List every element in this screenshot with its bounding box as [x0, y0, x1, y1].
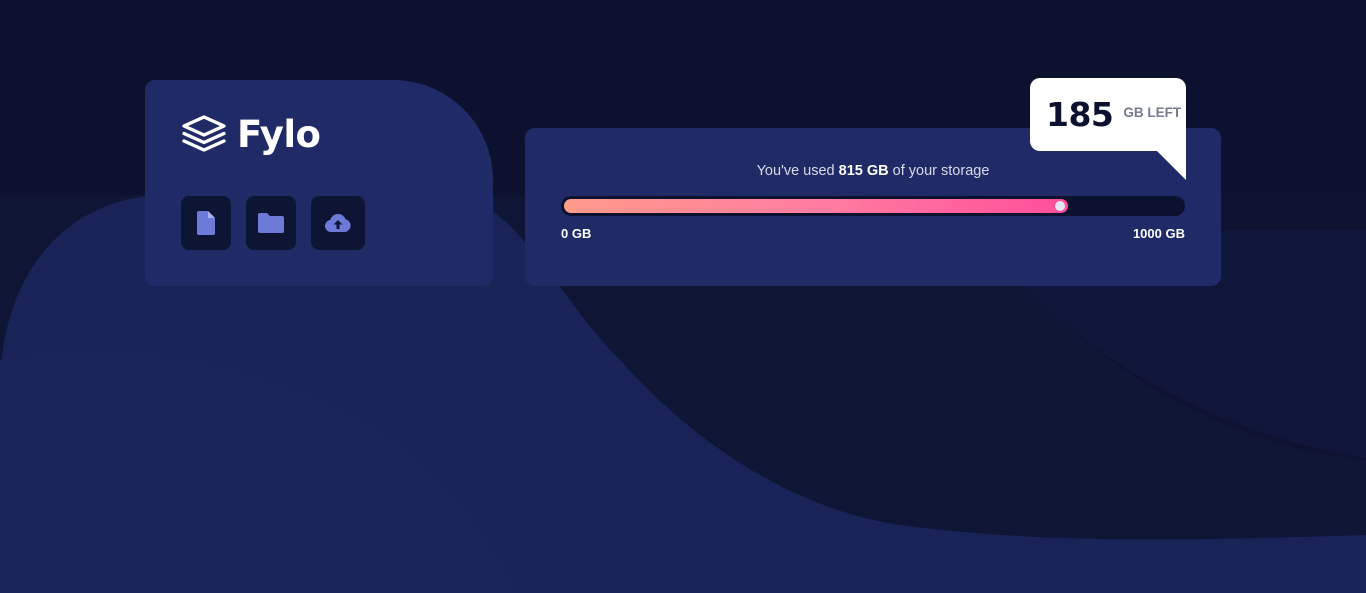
remaining-callout: 185 GB LEFT [1030, 78, 1186, 180]
usage-text: You've used 815 GB of your storage [525, 163, 1221, 179]
upload-button[interactable] [311, 196, 365, 250]
logo: Fylo [181, 112, 321, 156]
folder-button[interactable] [246, 196, 296, 250]
storage-progress-track [561, 196, 1185, 216]
action-buttons [181, 196, 365, 250]
storage-progress-fill [564, 199, 1068, 213]
progress-knob [1055, 201, 1065, 211]
used-amount: 815 GB [838, 163, 889, 179]
usage-suffix: of your storage [888, 163, 990, 179]
usage-prefix: You've used [756, 163, 839, 179]
brand-name: Fylo [237, 112, 321, 156]
folder-icon [258, 213, 284, 233]
document-icon [197, 211, 215, 235]
cloud-upload-icon [325, 214, 351, 232]
storage-card: You've used 815 GB of your storage 0 GB … [525, 128, 1221, 286]
remaining-amount: 185 [1046, 95, 1114, 134]
scale-max-label: 1000 GB [1132, 226, 1185, 241]
file-button[interactable] [181, 196, 231, 250]
remaining-unit: GB LEFT [1123, 105, 1182, 120]
layers-stack-icon [182, 115, 226, 152]
scale-min-label: 0 GB [561, 226, 592, 241]
brand-card: Fylo [145, 80, 493, 286]
